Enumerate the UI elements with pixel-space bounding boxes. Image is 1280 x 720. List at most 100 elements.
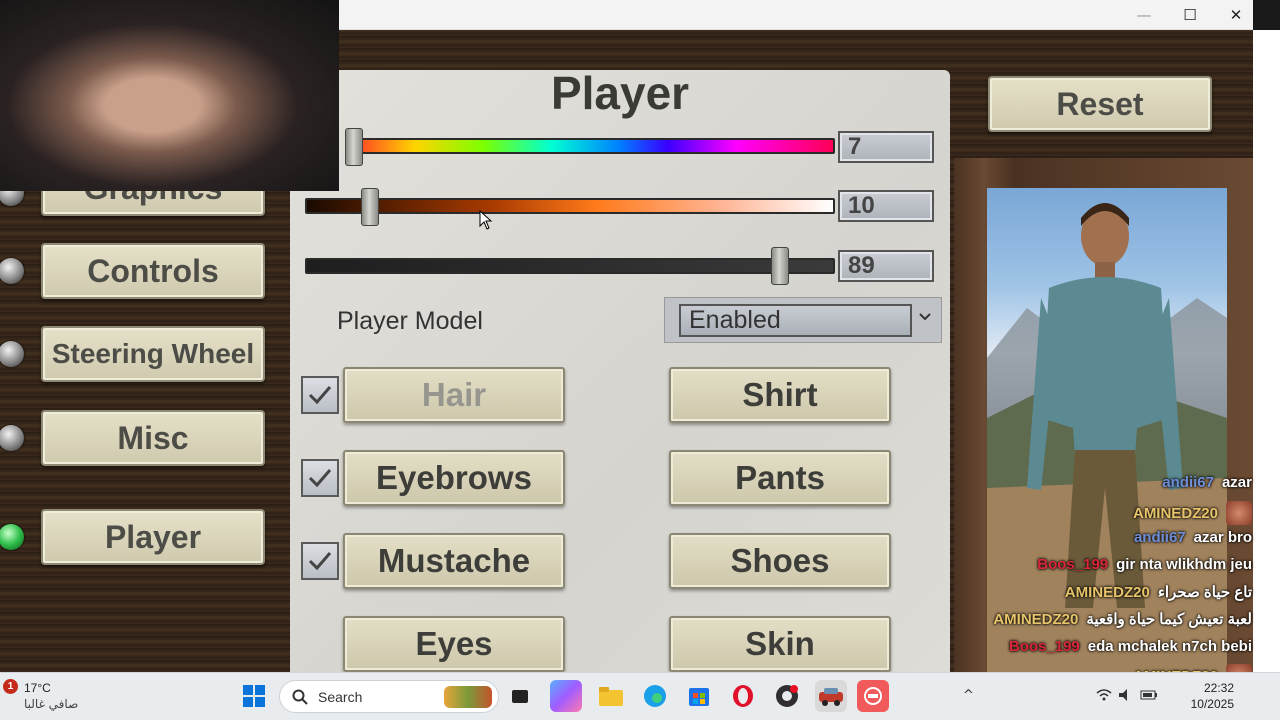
maximize-button[interactable]: ☐ [1167, 0, 1213, 30]
edge-icon[interactable] [639, 680, 671, 712]
chat-text: eda mchalek n7ch bebi [1087, 638, 1252, 655]
mustache-checkbox[interactable] [301, 542, 339, 580]
search-highlight-icon [444, 685, 492, 708]
checkmark-icon [308, 469, 332, 488]
chat-username: andii67 [1162, 474, 1214, 491]
player-model-dropdown[interactable]: Enabled [664, 297, 942, 343]
chat-text: azar [1221, 474, 1252, 491]
volume-icon[interactable] [1118, 688, 1134, 706]
chat-message: Boos_199 gir nta wlikhdm jeu [1037, 556, 1252, 573]
chevron-down-icon [917, 308, 935, 328]
brightness-value[interactable]: 89 [838, 250, 934, 282]
checkmark-icon [308, 552, 332, 571]
obs-icon[interactable] [771, 680, 803, 712]
eyes-button[interactable]: Eyes [343, 616, 565, 672]
brightness-slider[interactable] [305, 258, 835, 274]
task-view-icon[interactable] [504, 680, 536, 712]
chat-message: Boos_199 eda mchalek n7ch bebi [1009, 638, 1252, 655]
windows-logo-icon [243, 685, 265, 707]
opera-icon[interactable] [727, 680, 759, 712]
pants-button[interactable]: Pants [669, 450, 891, 506]
saturation-value[interactable]: 10 [838, 190, 934, 222]
player-model-label: Player Model [337, 307, 483, 335]
wifi-icon[interactable] [1096, 688, 1112, 706]
chat-text: لعبة تعيش كيما حياة واقعية [1086, 611, 1252, 628]
eyebrows-button[interactable]: Eyebrows [343, 450, 565, 506]
chat-text: azar bro [1193, 529, 1252, 546]
checkmark-icon [308, 386, 332, 405]
desktop-strip [1253, 30, 1280, 672]
button-label: Eyes [415, 625, 493, 662]
battery-icon[interactable] [1140, 688, 1158, 706]
nav-controls-button[interactable]: Controls [41, 243, 265, 299]
button-label: Shoes [730, 542, 830, 579]
nav-label: Steering Wheel [51, 338, 255, 369]
chat-text: تاع حياة صحراء [1157, 584, 1252, 601]
button-label: Hair [421, 376, 487, 413]
search-box[interactable]: Search [279, 680, 499, 713]
hue-value[interactable]: 7 [838, 131, 934, 163]
hair-checkbox[interactable] [301, 376, 339, 414]
chat-username: Boos_199 [1037, 556, 1109, 573]
search-icon [292, 689, 308, 705]
saturation-slider[interactable] [305, 198, 835, 214]
hue-slider-thumb[interactable] [345, 128, 363, 166]
nav-label: Misc [117, 419, 189, 456]
hue-slider[interactable] [345, 138, 835, 154]
search-placeholder: Search [318, 688, 363, 705]
button-label: Pants [735, 459, 825, 496]
chat-message: AMINEDZ20 [1133, 501, 1252, 525]
chat-text: gir nta wlikhdm jeu [1116, 556, 1252, 573]
button-label: Mustache [377, 542, 531, 579]
reset-label: Reset [1056, 85, 1144, 122]
notification-badge: 1 [3, 679, 18, 694]
chat-message: andii67 azar [1162, 474, 1252, 491]
minimize-icon: — [1136, 6, 1152, 24]
nav-label: Player [104, 518, 202, 555]
start-button[interactable] [238, 680, 270, 712]
shirt-button[interactable]: Shirt [669, 367, 891, 423]
maximize-icon: ☐ [1183, 6, 1197, 24]
nav-player-button[interactable]: Player [41, 509, 265, 565]
mouse-cursor-icon [479, 210, 493, 230]
eyebrows-checkbox[interactable] [301, 459, 339, 497]
chat-message: andii67 azar bro [1134, 529, 1252, 546]
store-icon[interactable] [683, 680, 715, 712]
close-icon: ✕ [1229, 6, 1243, 24]
chat-username: AMINEDZ20 [1064, 583, 1150, 601]
chat-username: AMINEDZ20 [1132, 504, 1218, 522]
mustache-button[interactable]: Mustache [343, 533, 565, 589]
shoes-button[interactable]: Shoes [669, 533, 891, 589]
skin-button[interactable]: Skin [669, 616, 891, 672]
saturation-slider-thumb[interactable] [361, 188, 380, 226]
nav-label: Controls [87, 252, 219, 289]
hair-button[interactable]: Hair [343, 367, 565, 423]
close-button[interactable]: ✕ [1213, 0, 1259, 30]
weather-temp[interactable]: 17°C [24, 681, 51, 695]
emote-icon [1226, 501, 1252, 525]
clock-time[interactable]: 22:32 [1203, 681, 1234, 695]
chat-username: Boos_199 [1008, 638, 1080, 655]
brightness-slider-thumb[interactable] [770, 247, 789, 285]
weather-desc[interactable]: صافي غالبا [24, 697, 78, 711]
game-app-icon[interactable] [815, 680, 847, 712]
file-explorer-icon[interactable] [595, 680, 627, 712]
chat-username: AMINEDZ20 [993, 610, 1079, 628]
clock-date[interactable]: 10/2025 [1174, 697, 1234, 711]
minimize-button[interactable]: — [1121, 0, 1167, 30]
nav-steering-wheel-button[interactable]: Steering Wheel [41, 326, 265, 382]
recorder-icon[interactable] [857, 680, 889, 712]
button-label: Skin [745, 625, 815, 662]
reset-button[interactable]: Reset [988, 76, 1212, 132]
window-titlebar: — ☐ ✕ [339, 0, 1253, 30]
tray-overflow-icon[interactable]: ^ [963, 688, 974, 703]
webcam-overlay-front [0, 0, 339, 191]
chat-username: andii67 [1133, 529, 1186, 546]
chat-message: AMINEDZ20 تاع حياة صحراء [1064, 583, 1252, 602]
nav-misc-button[interactable]: Misc [41, 410, 265, 466]
button-label: Shirt [742, 376, 818, 413]
page-title: Player [550, 67, 690, 119]
button-label: Eyebrows [376, 459, 532, 496]
player-model-value: Enabled [679, 304, 912, 337]
copilot-icon[interactable] [550, 680, 582, 712]
